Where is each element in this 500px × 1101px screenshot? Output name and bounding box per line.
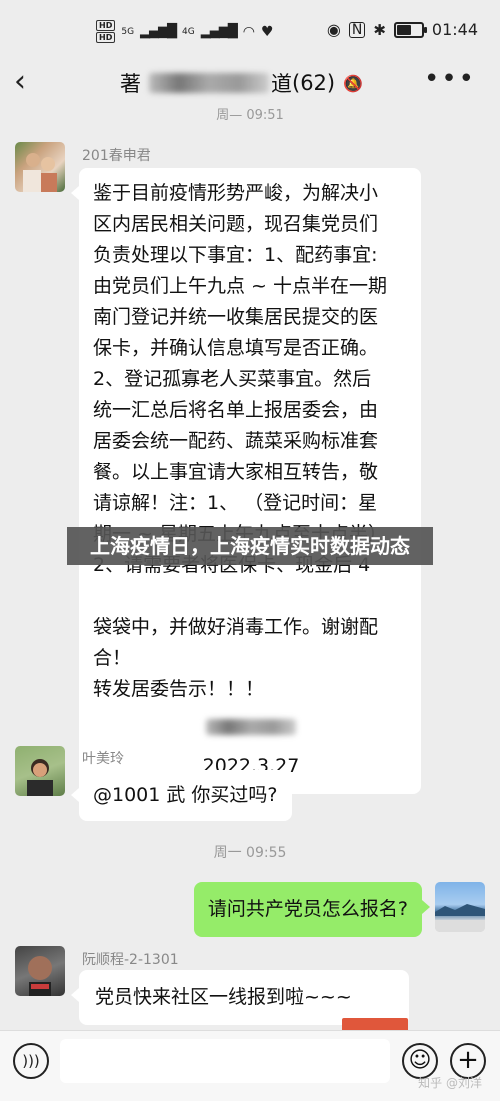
mute-bell-icon: 🔕	[343, 73, 364, 93]
status-time: 01:44	[431, 20, 478, 39]
chat-title[interactable]: 著 道 (62) 🔕	[120, 68, 363, 98]
chat-header: ‹ 著 道 (62) 🔕 •••	[0, 62, 500, 104]
avatar[interactable]	[15, 946, 65, 996]
hd-badge-1: HD	[96, 20, 116, 31]
eye-icon: ◉	[326, 20, 341, 39]
chevron-left-icon[interactable]: ‹	[14, 66, 26, 98]
voice-icon[interactable]: )))	[13, 1043, 49, 1079]
person-photo-icon	[23, 153, 57, 192]
overlay-banner: 上海疫情日，上海疫情实时数据动态	[67, 527, 433, 565]
message-bubble[interactable]: 党员快来社区一线报到啦~~~	[71, 970, 409, 1025]
signal-bars-icon: ▂▄▆█	[140, 24, 177, 39]
nfc-icon: N	[348, 21, 366, 38]
bluetooth-icon: ✱	[373, 20, 386, 39]
message-input[interactable]	[60, 1039, 390, 1083]
title-partial-char: 道	[271, 72, 292, 96]
member-count: (62)	[292, 71, 336, 95]
sender-name: 阮顺程-2-1301	[82, 952, 179, 968]
person-photo-icon	[27, 759, 53, 796]
time-separator: 周一 09:55	[213, 845, 287, 861]
status-left: HD HD 5G ▂▄▆█ 4G ▂▄▆█ ◠ ♥	[96, 20, 274, 43]
message-text: 党员快来社区一线报到啦~~~	[95, 986, 352, 1008]
signal-4g-label: 4G	[182, 26, 195, 37]
message-bubble[interactable]: @1001 武 你买过吗?	[71, 770, 292, 821]
landscape-photo-icon	[435, 904, 485, 932]
watermark: 知乎 @刘洋	[418, 1076, 482, 1090]
status-bar: HD HD 5G ▂▄▆█ 4G ▂▄▆█ ◠ ♥ ◉ N ✱ 01:44	[0, 0, 500, 62]
message-bubble[interactable]: 鉴于目前疫情形势严峻，为解决小 区内居民相关问题，现召集党员们 负责处理以下事宜…	[71, 168, 421, 794]
message-text: 请问共产党员怎么报名?	[207, 898, 408, 920]
person-photo-icon	[28, 956, 52, 996]
title-first-char: 著	[120, 72, 141, 96]
sender-name: 201春申君	[82, 148, 151, 164]
signal-5g-label: 5G	[121, 26, 135, 37]
blurred-title	[149, 73, 269, 93]
sender-name: 叶美玲	[82, 751, 124, 767]
signal-bars-icon-2: ▂▄▆█	[200, 24, 238, 39]
my-message-bubble[interactable]: 请问共产党员怎么报名?	[193, 882, 431, 937]
status-right: ◉ N ✱ 01:44	[327, 20, 478, 39]
hd-badge-2: HD	[96, 32, 116, 43]
time-header: 周— 09:51	[216, 108, 284, 123]
my-avatar[interactable]	[435, 882, 485, 932]
message-text: @1001 武 你买过吗?	[93, 784, 278, 806]
avatar[interactable]	[15, 746, 65, 796]
blurred-signature	[206, 719, 296, 735]
heart-icon: ♥	[260, 23, 274, 40]
battery-icon	[393, 21, 427, 38]
message-text: 鉴于目前疫情形势严峻，为解决小 区内居民相关问题，现召集党员们 负责处理以下事宜…	[93, 182, 387, 700]
avatar[interactable]	[15, 142, 65, 192]
more-options-icon[interactable]: •••	[424, 64, 476, 94]
wifi-icon: ◠	[242, 23, 255, 40]
